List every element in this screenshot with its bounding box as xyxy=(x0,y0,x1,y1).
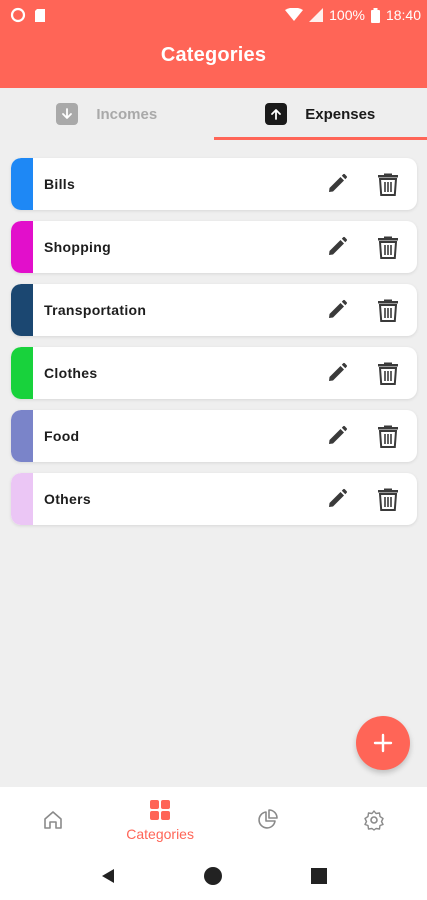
category-color-swatch xyxy=(11,158,33,210)
category-label: Shopping xyxy=(44,239,111,255)
delete-category-button[interactable] xyxy=(370,481,406,517)
trash-icon xyxy=(378,362,398,385)
delete-category-button[interactable] xyxy=(370,166,406,202)
wifi-icon xyxy=(285,8,304,22)
edit-category-button[interactable] xyxy=(319,418,355,454)
category-row[interactable]: Transportation xyxy=(11,284,417,336)
trash-icon xyxy=(378,488,398,511)
tab-expenses-label: Expenses xyxy=(305,105,376,123)
category-color-swatch xyxy=(11,284,33,336)
arrow-up-icon xyxy=(265,103,288,125)
pencil-icon xyxy=(329,425,348,444)
status-time: 18:40 xyxy=(385,7,421,23)
edit-category-button[interactable] xyxy=(319,166,355,202)
back-triangle-icon xyxy=(101,869,114,883)
pencil-icon xyxy=(329,488,348,507)
nav-stats[interactable] xyxy=(214,787,321,852)
battery-percent: 100% xyxy=(329,7,365,23)
page-title: Categories xyxy=(160,44,267,66)
category-list: Bills Shopping Transportation Clothes Food Ot… xyxy=(11,158,417,536)
category-color-swatch xyxy=(11,221,33,273)
category-row[interactable]: Others xyxy=(11,473,417,525)
battery-icon xyxy=(370,7,380,23)
system-recents-button[interactable] xyxy=(304,861,334,891)
grid-icon xyxy=(150,799,171,820)
app-header: 100% 18:40 Categories xyxy=(0,0,427,88)
trash-icon xyxy=(378,299,398,322)
arrow-down-icon xyxy=(56,103,79,125)
delete-category-button[interactable] xyxy=(370,418,406,454)
category-label: Food xyxy=(44,428,80,444)
app-root: 100% 18:40 Categories Incomes Expenses B… xyxy=(0,0,427,900)
category-row[interactable]: Clothes xyxy=(11,347,417,399)
delete-category-button[interactable] xyxy=(370,355,406,391)
delete-category-button[interactable] xyxy=(370,229,406,265)
add-category-button[interactable] xyxy=(356,716,410,770)
signal-icon xyxy=(309,8,324,22)
edit-category-button[interactable] xyxy=(319,292,355,328)
system-home-button[interactable] xyxy=(198,861,228,891)
edit-category-button[interactable] xyxy=(319,481,355,517)
category-color-swatch xyxy=(11,347,33,399)
tab-incomes-label: Incomes xyxy=(96,105,158,123)
system-back-button[interactable] xyxy=(93,861,123,891)
category-row[interactable]: Shopping xyxy=(11,221,417,273)
tab-expenses[interactable]: Expenses xyxy=(213,88,427,140)
category-label: Bills xyxy=(44,176,76,192)
delete-category-button[interactable] xyxy=(370,292,406,328)
pie-chart-icon xyxy=(258,808,278,829)
status-right: 100% 18:40 xyxy=(285,7,421,23)
trash-icon xyxy=(378,236,398,259)
tab-bar: Incomes Expenses xyxy=(0,88,427,140)
category-color-swatch xyxy=(11,410,33,462)
sd-card-icon xyxy=(34,8,46,23)
trash-icon xyxy=(378,173,398,196)
record-icon xyxy=(10,7,26,23)
category-color-swatch xyxy=(11,473,33,525)
bottom-nav: Categories xyxy=(0,787,427,852)
nav-categories[interactable]: Categories xyxy=(107,787,214,852)
home-icon xyxy=(44,810,63,829)
pencil-icon xyxy=(329,362,348,381)
recents-square-icon xyxy=(311,868,328,884)
trash-icon xyxy=(378,425,398,448)
home-circle-icon xyxy=(204,867,223,885)
category-row[interactable]: Bills xyxy=(11,158,417,210)
category-label: Clothes xyxy=(44,365,98,381)
pencil-icon xyxy=(329,299,348,318)
nav-categories-label: Categories xyxy=(126,825,194,842)
category-label: Others xyxy=(44,491,91,507)
nav-home[interactable] xyxy=(0,787,107,852)
pencil-icon xyxy=(329,173,348,192)
plus-icon xyxy=(373,733,393,753)
pencil-icon xyxy=(329,236,348,255)
edit-category-button[interactable] xyxy=(319,355,355,391)
gear-icon xyxy=(363,809,384,831)
tab-incomes[interactable]: Incomes xyxy=(0,88,214,140)
category-label: Transportation xyxy=(44,302,147,318)
status-bar: 100% 18:40 xyxy=(0,0,427,30)
category-row[interactable]: Food xyxy=(11,410,417,462)
status-left xyxy=(10,7,46,23)
nav-settings[interactable] xyxy=(320,787,427,852)
system-nav-bar xyxy=(0,852,427,900)
edit-category-button[interactable] xyxy=(319,229,355,265)
